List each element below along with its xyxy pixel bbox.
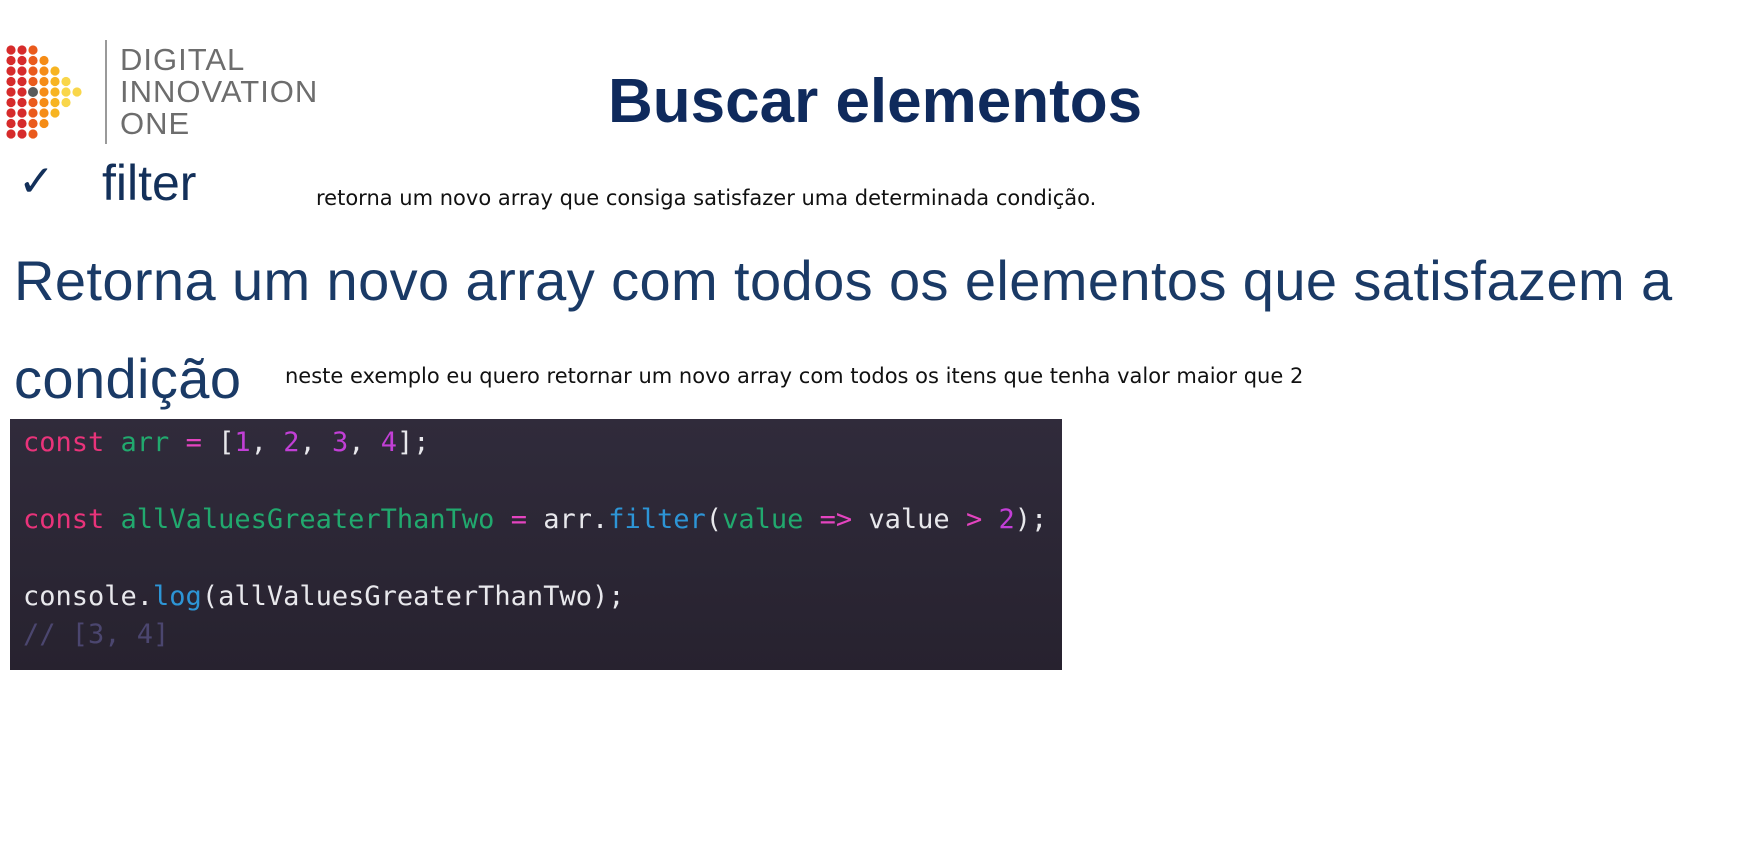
bracket: [ xyxy=(218,427,235,458)
variable-name: allValuesGreaterThanTwo xyxy=(120,504,495,535)
statement-end: ); xyxy=(1014,504,1048,535)
method-call: log xyxy=(153,581,202,612)
object-ref: arr. xyxy=(543,504,609,535)
number: 1 xyxy=(234,427,251,458)
number: 2 xyxy=(998,504,1015,535)
annotation-note-1: retorna um novo array que consiga satisf… xyxy=(316,186,1097,210)
code-snippet: const arr = [1, 2, 3, 4]; const allValue… xyxy=(10,419,1062,670)
method-call: filter xyxy=(608,504,706,535)
number: 3 xyxy=(331,427,349,458)
code-line-3: console.log(allValuesGreaterThanTwo); xyxy=(23,581,624,612)
logo-line-2: INNOVATION xyxy=(120,74,319,109)
comma: , xyxy=(250,427,267,458)
description-line-1: Retorna um novo array com todos os eleme… xyxy=(14,249,1673,312)
slide-title: Buscar elementos xyxy=(608,67,1143,136)
comma: , xyxy=(299,427,316,458)
logo-line-3: ONE xyxy=(120,106,191,141)
code-line-2: const allValuesGreaterThanTwo = arr.filt… xyxy=(23,504,1047,535)
paren: ( xyxy=(705,504,723,535)
logo-wordmark: DIGITAL INNOVATION ONE xyxy=(120,44,318,140)
logo-divider xyxy=(105,40,107,144)
digital-innovation-one-logo: DIGITAL INNOVATION ONE xyxy=(4,40,334,146)
arguments: (allValuesGreaterThanTwo); xyxy=(201,581,625,612)
bracket: ]; xyxy=(397,427,430,458)
variable-name: arr xyxy=(120,427,170,458)
logo-line-1: DIGITAL xyxy=(120,42,246,77)
operator: > xyxy=(965,504,983,535)
comma: , xyxy=(348,427,365,458)
number: 2 xyxy=(283,427,300,458)
expression: value xyxy=(868,504,950,535)
code-line-1: const arr = [1, 2, 3, 4]; xyxy=(23,427,430,458)
code-comment: // [3, 4] xyxy=(23,619,170,650)
operator: = xyxy=(510,504,527,535)
keyword: const xyxy=(23,504,105,535)
description-line-2: condição xyxy=(14,347,242,410)
parameter: value xyxy=(722,504,804,535)
object-ref: console. xyxy=(23,581,154,612)
number: 4 xyxy=(380,427,398,458)
method-name: filter xyxy=(102,155,197,211)
keyword: const xyxy=(23,427,105,458)
annotation-note-2: neste exemplo eu quero retornar um novo … xyxy=(285,364,1304,388)
operator: = xyxy=(185,427,202,458)
check-icon: ✓ xyxy=(18,156,55,207)
logo-dots-icon xyxy=(6,45,82,139)
arrow-operator: => xyxy=(819,504,853,535)
